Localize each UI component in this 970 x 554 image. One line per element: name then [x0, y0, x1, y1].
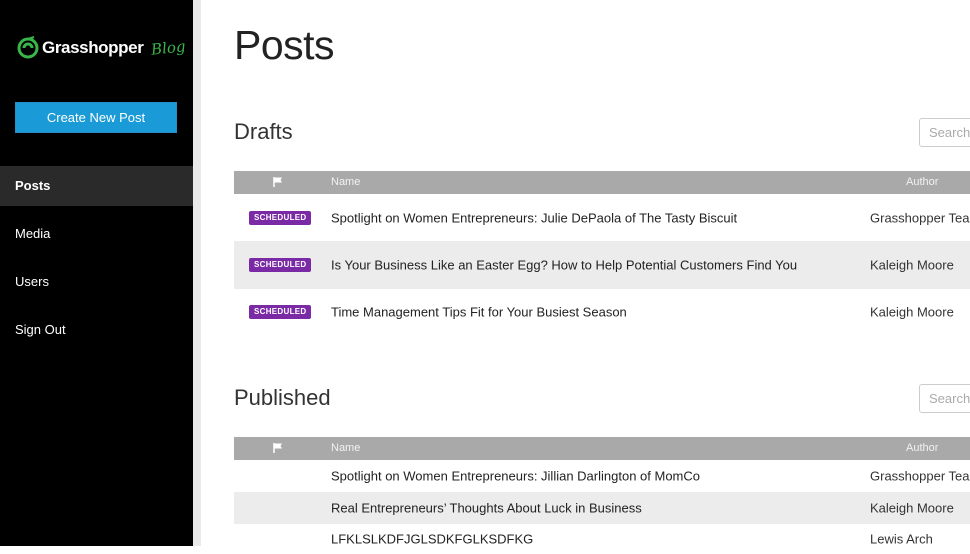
- post-title[interactable]: Spotlight on Women Entrepreneurs: Julie …: [331, 210, 737, 225]
- published-heading: Published: [234, 385, 331, 410]
- sidebar-nav: Posts Media Users Sign Out: [0, 166, 193, 358]
- sidebar-divider: [193, 0, 201, 546]
- post-title[interactable]: Real Entrepreneurs’ Thoughts About Luck …: [331, 501, 642, 516]
- page-title: Posts: [234, 22, 335, 68]
- table-row[interactable]: SCHEDULED Spotlight on Women Entrepreneu…: [234, 194, 970, 241]
- post-author: Lewis Arch: [870, 531, 933, 547]
- main-content: Posts Drafts Name Author SCHEDULED Spotl…: [201, 0, 970, 547]
- table-row[interactable]: Spotlight on Women Entrepreneurs: Jillia…: [234, 460, 970, 492]
- published-table-header: Name Author: [234, 437, 970, 460]
- table-row[interactable]: SCHEDULED Time Management Tips Fit for Y…: [234, 289, 970, 335]
- sidebar-item-users[interactable]: Users: [0, 262, 193, 302]
- table-row[interactable]: Real Entrepreneurs’ Thoughts About Luck …: [234, 492, 970, 524]
- grasshopper-logo-icon: [17, 36, 39, 59]
- sidebar-item-sign-out[interactable]: Sign Out: [0, 310, 193, 350]
- column-name[interactable]: Name: [331, 176, 360, 188]
- create-new-post-button[interactable]: Create New Post: [15, 102, 177, 133]
- status-badge: SCHEDULED: [249, 305, 312, 319]
- post-title[interactable]: Is Your Business Like an Easter Egg? How…: [331, 258, 797, 273]
- post-title[interactable]: LFKLSLKDFJGLSDKFGLKSDFKG: [331, 532, 533, 547]
- status-badge: SCHEDULED: [249, 210, 312, 225]
- post-author: Grasshopper Tear: [870, 210, 970, 225]
- published-search-input[interactable]: [919, 384, 970, 413]
- sidebar: Grasshopper Blog Create New Post Posts M…: [0, 0, 193, 546]
- post-author: Kaleigh Moore: [870, 257, 954, 273]
- brand-name: Grasshopper: [42, 38, 144, 57]
- flag-icon[interactable]: [272, 442, 284, 454]
- post-author: Kaleigh Moore: [870, 500, 954, 516]
- sidebar-item-media[interactable]: Media: [0, 214, 193, 254]
- drafts-table-header: Name Author: [234, 171, 970, 194]
- brand-tag: Blog: [150, 37, 187, 59]
- brand-logo[interactable]: Grasshopper Blog: [17, 33, 187, 63]
- drafts-heading: Drafts: [234, 119, 293, 144]
- post-title[interactable]: Spotlight on Women Entrepreneurs: Jillia…: [331, 469, 700, 484]
- column-author[interactable]: Author: [906, 176, 938, 188]
- post-author: Grasshopper Tear: [870, 468, 970, 484]
- table-row[interactable]: LFKLSLKDFJGLSDKFGLKSDFKG Lewis Arch: [234, 524, 970, 554]
- column-name[interactable]: Name: [331, 442, 360, 454]
- status-badge: SCHEDULED: [249, 258, 312, 272]
- flag-icon[interactable]: [272, 176, 284, 188]
- table-row[interactable]: SCHEDULED Is Your Business Like an Easte…: [234, 241, 970, 289]
- post-author: Kaleigh Moore: [870, 304, 954, 320]
- post-title[interactable]: Time Management Tips Fit for Your Busies…: [331, 305, 627, 320]
- column-author[interactable]: Author: [906, 442, 938, 454]
- drafts-search-input[interactable]: [919, 118, 970, 147]
- sidebar-item-posts[interactable]: Posts: [0, 166, 193, 206]
